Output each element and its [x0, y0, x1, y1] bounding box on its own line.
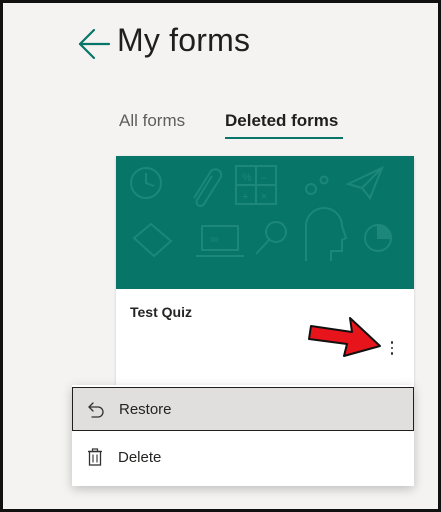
undo-icon [73, 400, 119, 418]
paperclip-icon [193, 168, 223, 207]
svg-text:–: – [261, 172, 268, 184]
gear-icon [305, 175, 329, 195]
trash-icon [72, 448, 118, 466]
menu-item-label: Restore [119, 400, 172, 418]
red-pointer-arrow [308, 317, 381, 357]
more-vertical-icon [390, 341, 394, 344]
svg-text:×: × [261, 191, 267, 203]
menu-item-label: Delete [118, 448, 162, 466]
form-title: Test Quiz [130, 304, 192, 320]
tab-deleted-forms[interactable]: Deleted forms [225, 111, 338, 131]
context-menu: Restore Delete [72, 385, 414, 486]
svg-text:+: + [242, 191, 248, 203]
svg-text:∞: ∞ [210, 232, 219, 246]
page-title: My forms [117, 22, 251, 58]
more-options-button[interactable] [380, 336, 404, 360]
menu-item-delete[interactable]: Delete [72, 435, 414, 479]
banner-pattern: % – + × ∞ [130, 165, 393, 261]
menu-item-restore[interactable]: Restore [72, 387, 414, 431]
laptop-icon: ∞ [196, 225, 244, 257]
handshake-icon [132, 222, 173, 258]
card-banner: % – + × ∞ [116, 156, 414, 289]
svg-text:%: % [242, 172, 252, 184]
paper-plane-icon [345, 166, 384, 200]
selected-tab-indicator [225, 137, 343, 139]
pie-chart-icon [364, 223, 393, 252]
head-gears-icon [305, 207, 348, 261]
clock-icon [130, 167, 162, 199]
magnifier-icon [255, 221, 287, 255]
arrow-left-icon[interactable] [77, 27, 111, 61]
calculator-icon: % – + × [235, 165, 277, 205]
tab-all-forms[interactable]: All forms [119, 111, 185, 131]
